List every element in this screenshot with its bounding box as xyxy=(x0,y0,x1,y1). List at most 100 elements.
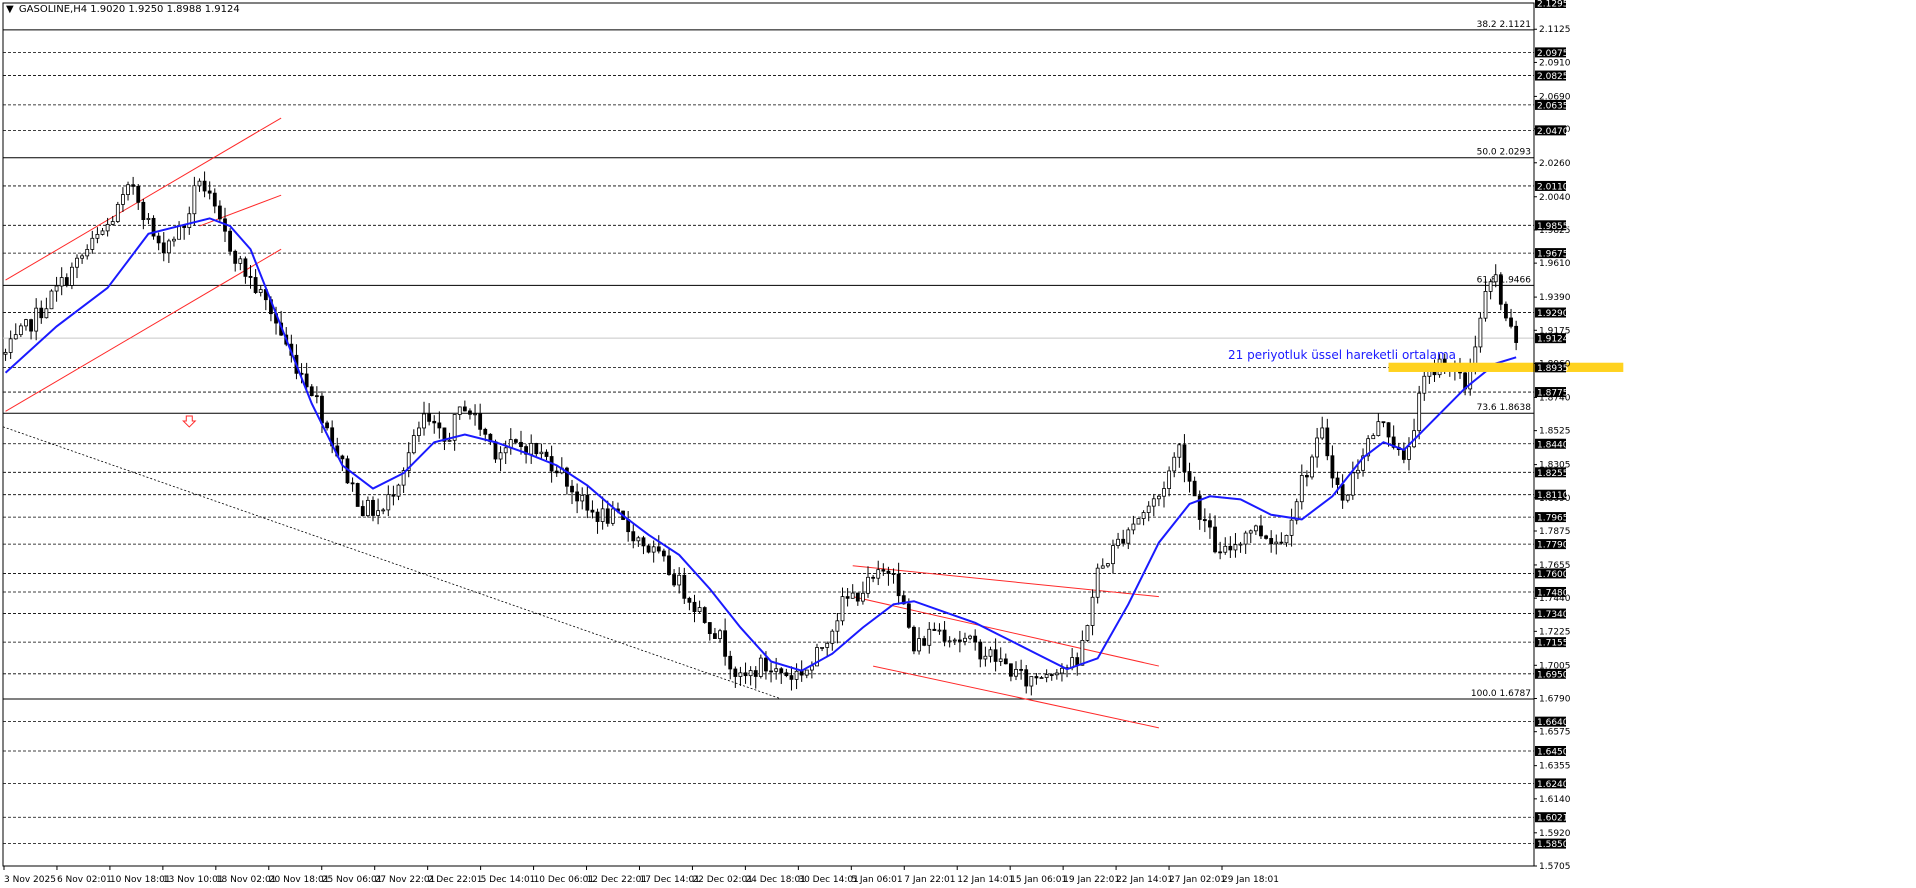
candle-body xyxy=(917,638,921,652)
fib-level-label: 38.2 2.1121 xyxy=(1477,20,1531,30)
candle-body xyxy=(360,506,365,517)
candle-body xyxy=(896,573,901,597)
x-tick-label: 3 Nov 2025 xyxy=(4,875,56,885)
candle-body xyxy=(779,668,784,674)
x-tick-label: 10 Dec 06:01 xyxy=(534,875,595,885)
candle-body xyxy=(478,413,483,430)
candle-body xyxy=(1131,523,1136,531)
candle-body xyxy=(799,670,804,676)
x-tick-label: 6 Nov 02:01 xyxy=(57,875,112,885)
candle-body xyxy=(95,234,100,239)
candle-body xyxy=(651,546,656,553)
y-level-badge-label: 2.0470 xyxy=(1537,127,1569,137)
candle-body xyxy=(733,668,738,677)
candle-body xyxy=(922,638,927,646)
y-level-badge-label: 1.9855 xyxy=(1537,222,1569,232)
candle-body xyxy=(743,672,748,677)
candle-body xyxy=(146,217,151,220)
candle-body xyxy=(988,649,993,657)
candle-body xyxy=(1493,274,1498,283)
candle-body xyxy=(437,422,442,429)
candle-body xyxy=(1284,534,1289,544)
y-tick-label: 1.6355 xyxy=(1539,762,1571,772)
candle-body xyxy=(906,603,911,628)
candle-body xyxy=(447,439,452,442)
candle-body xyxy=(376,510,380,516)
y-tick-label: 1.9390 xyxy=(1539,293,1571,303)
candle-body xyxy=(1075,657,1080,666)
candle-body xyxy=(1136,518,1141,525)
candle-body xyxy=(248,275,253,278)
x-tick-label: 5 Jan 06:01 xyxy=(851,875,902,885)
candle-body xyxy=(365,499,370,517)
candle-body xyxy=(202,180,207,192)
y-level-badge-label: 2.0825 xyxy=(1537,72,1569,82)
candle-body xyxy=(820,647,824,649)
candle-body xyxy=(554,470,559,474)
candle-body xyxy=(1340,484,1345,501)
y-level-badge-label: 2.1295 xyxy=(1537,0,1569,10)
candle-body xyxy=(1039,677,1044,679)
x-tick-label: 12 Jan 14:01 xyxy=(957,875,1014,885)
candle-body xyxy=(192,185,197,215)
candle-body xyxy=(1172,456,1177,472)
candle-body xyxy=(1253,525,1258,532)
candle-body xyxy=(156,235,161,244)
x-tick-label: 24 Dec 18:01 xyxy=(745,875,806,885)
x-tick-label: 25 Nov 06:01 xyxy=(322,875,383,885)
candle-body xyxy=(942,629,947,642)
candle-body xyxy=(534,442,539,455)
candle-body xyxy=(794,670,799,680)
y-level-badge-label: 1.8110 xyxy=(1537,491,1569,501)
candle-body xyxy=(1003,658,1008,665)
candle-body xyxy=(1034,676,1039,679)
y-level-badge-label: 1.6950 xyxy=(1537,670,1569,680)
ema-annotation: 21 periyotluk üssel hareketli ortalama xyxy=(1228,348,1456,362)
candle-body xyxy=(595,511,600,522)
y-level-badge-label: 1.6240 xyxy=(1537,780,1569,790)
y-level-badge-label: 1.7340 xyxy=(1537,610,1569,620)
candle-body xyxy=(1233,544,1238,551)
candle-body xyxy=(1238,543,1243,546)
candle-body xyxy=(197,180,202,187)
candle-body xyxy=(457,406,462,415)
candle-body xyxy=(723,630,728,657)
candle-body xyxy=(136,185,141,203)
candle-body xyxy=(753,670,758,677)
candle-body xyxy=(718,630,722,639)
candle-body xyxy=(519,441,523,447)
x-tick-label: 27 Nov 22:01 xyxy=(375,875,436,885)
candle-body xyxy=(100,230,105,235)
candle-body xyxy=(1187,471,1192,482)
y-level-badge-label: 1.9675 xyxy=(1537,250,1569,260)
y-tick-label: 1.5920 xyxy=(1539,829,1571,839)
candle-body xyxy=(13,334,18,340)
candle-body xyxy=(1509,317,1513,327)
candle-body xyxy=(64,277,69,286)
candle-body xyxy=(758,657,763,677)
y-level-badge-label: 1.7790 xyxy=(1537,541,1569,551)
candle-body xyxy=(1350,472,1355,496)
y-tick-label: 1.7875 xyxy=(1539,527,1571,537)
candle-body xyxy=(1294,501,1299,521)
y-tick-label: 2.1125 xyxy=(1539,25,1571,35)
candle-body xyxy=(243,258,248,277)
candle-body xyxy=(24,319,28,327)
candle-body xyxy=(957,639,962,642)
candle-body xyxy=(207,190,212,194)
candle-body xyxy=(314,395,319,398)
candle-body xyxy=(1386,422,1391,438)
candle-body xyxy=(85,249,90,257)
candle-body xyxy=(161,242,166,254)
candle-body xyxy=(320,395,324,424)
candle-body xyxy=(503,447,508,454)
candle-body xyxy=(355,483,360,507)
candle-body xyxy=(422,413,426,429)
candle-body xyxy=(585,494,590,511)
candle-body xyxy=(1014,668,1018,677)
candle-body xyxy=(90,237,95,250)
x-tick-label: 27 Jan 02:01 xyxy=(1169,875,1226,885)
y-level-badge-label: 2.0110 xyxy=(1537,182,1569,192)
candle-body xyxy=(631,531,636,542)
candle-body xyxy=(115,203,120,222)
